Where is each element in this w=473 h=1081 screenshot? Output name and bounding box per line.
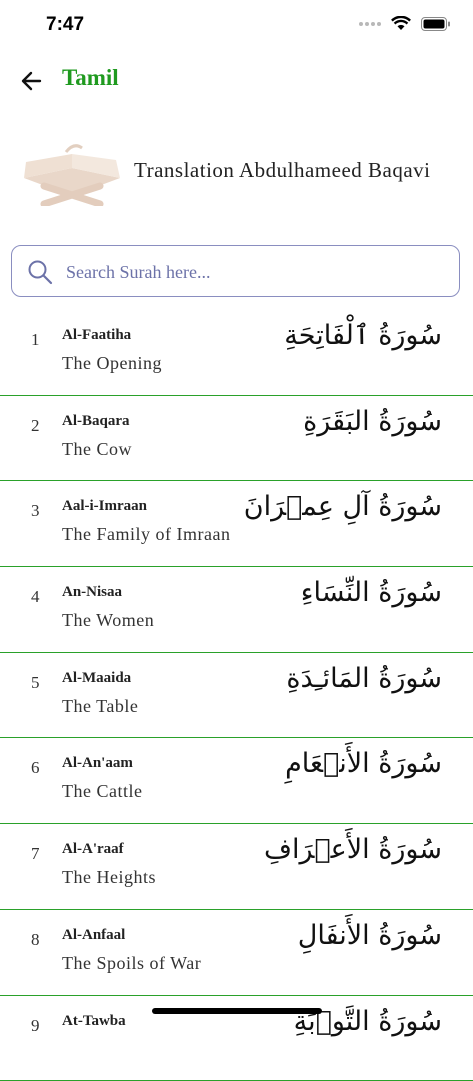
surah-arabic-name: سُورَةُ النِّسَاءِ: [301, 577, 442, 608]
status-icons: [359, 16, 451, 31]
surah-number: 8: [31, 930, 40, 950]
surah-number: 2: [31, 416, 40, 436]
surah-name: Al-Anfaal: [62, 927, 125, 944]
surah-name: Al-Maaida: [62, 670, 131, 687]
translator-header: Translation Abdulhameed Baqavi: [0, 132, 473, 214]
surah-arabic-name: سُورَةُ الأَنۡعَامِ: [285, 748, 442, 779]
surah-name: Al-An'aam: [62, 755, 133, 772]
surah-arabic-name: سُورَةُ الأَنفَالِ: [298, 920, 442, 951]
surah-row[interactable]: 2 Al-Baqara The Cow سُورَةُ البَقَرَةِ: [0, 396, 473, 482]
cellular-signal-icon: [359, 22, 381, 26]
surah-meaning: The Cattle: [62, 781, 142, 802]
surah-name: At-Tawba: [62, 1013, 126, 1030]
surah-meaning: The Table: [62, 696, 138, 717]
surah-arabic-name: سُورَةُ البَقَرَةِ: [303, 406, 442, 437]
surah-meaning: The Family of Imraan: [62, 524, 230, 545]
surah-number: 5: [31, 673, 40, 693]
surah-arabic-name: سُورَةُ آلِ عِمۡرَانَ: [244, 491, 442, 522]
surah-meaning: The Cow: [62, 439, 132, 460]
surah-list: 1 Al-Faatiha The Opening سُورَةُ ٱلْفَات…: [0, 310, 473, 1081]
back-arrow-icon[interactable]: [18, 67, 46, 95]
quran-book-stand-icon: [16, 140, 128, 206]
surah-meaning: The Women: [62, 610, 154, 631]
surah-row[interactable]: 8 Al-Anfaal The Spoils of War سُورَةُ ال…: [0, 910, 473, 996]
surah-row[interactable]: 5 Al-Maaida The Table سُورَةُ المَائـِدَ…: [0, 653, 473, 739]
surah-name: Al-A'raaf: [62, 841, 124, 858]
page-title: Tamil: [62, 65, 119, 91]
surah-meaning: The Heights: [62, 867, 156, 888]
surah-row[interactable]: 4 An-Nisaa The Women سُورَةُ النِّسَاءِ: [0, 567, 473, 653]
surah-arabic-name: سُورَةُ الأَعۡرَافِ: [264, 834, 442, 865]
surah-number: 1: [31, 330, 40, 350]
surah-arabic-name: سُورَةُ ٱلْفَاتِحَةِ: [284, 320, 442, 351]
wifi-icon: [391, 16, 411, 31]
search-box[interactable]: [11, 245, 460, 297]
surah-number: 4: [31, 587, 40, 607]
surah-meaning: The Spoils of War: [62, 953, 201, 974]
surah-meaning: The Opening: [62, 353, 162, 374]
status-time: 7:47: [46, 14, 84, 36]
surah-row[interactable]: 1 Al-Faatiha The Opening سُورَةُ ٱلْفَات…: [0, 310, 473, 396]
battery-icon: [421, 17, 451, 31]
surah-number: 9: [31, 1016, 40, 1036]
search-icon: [27, 259, 53, 285]
search-input[interactable]: [64, 254, 448, 290]
surah-row[interactable]: 6 Al-An'aam The Cattle سُورَةُ الأَنۡعَا…: [0, 738, 473, 824]
surah-row[interactable]: 7 Al-A'raaf The Heights سُورَةُ الأَعۡرَ…: [0, 824, 473, 910]
surah-arabic-name: سُورَةُ المَائـِدَةِ: [286, 663, 442, 694]
home-indicator[interactable]: [152, 1008, 322, 1014]
top-navigation: Tamil: [0, 58, 473, 104]
surah-name: Al-Baqara: [62, 413, 130, 430]
surah-number: 3: [31, 501, 40, 521]
surah-name: Aal-i-Imraan: [62, 498, 147, 515]
surah-row[interactable]: 3 Aal-i-Imraan The Family of Imraan سُور…: [0, 481, 473, 567]
surah-name: An-Nisaa: [62, 584, 122, 601]
surah-number: 7: [31, 844, 40, 864]
status-bar: 7:47: [0, 0, 473, 52]
surah-name: Al-Faatiha: [62, 327, 131, 344]
surah-number: 6: [31, 758, 40, 778]
translator-name: Translation Abdulhameed Baqavi: [134, 158, 431, 183]
